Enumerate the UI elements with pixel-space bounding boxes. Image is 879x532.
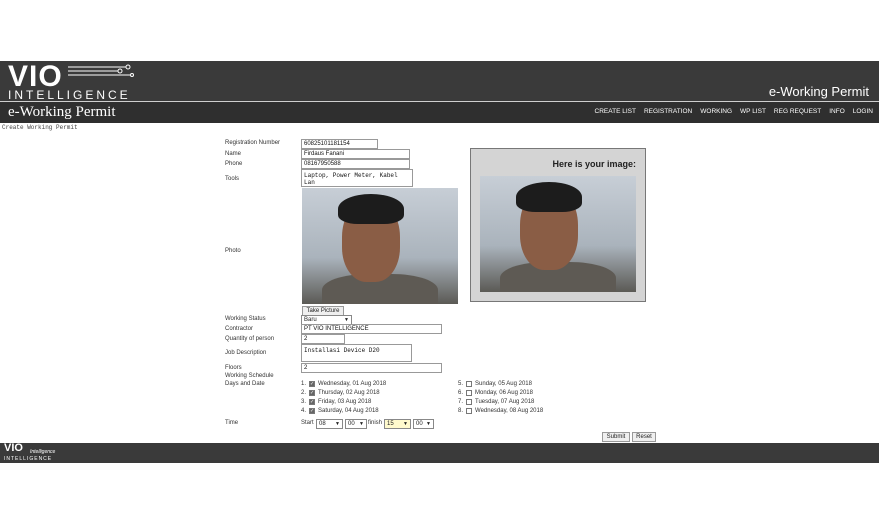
nav-registration[interactable]: REGISTRATION [644, 108, 692, 115]
chevron-down-icon: ▼ [426, 421, 431, 427]
day-item: 8. Wednesday, 08 Aug 2018 [458, 408, 543, 414]
label-time: Time [225, 420, 239, 426]
time-finish-label: finish [368, 420, 383, 426]
day-number: 2. [301, 390, 307, 396]
day-item: 2. ✓ Thursday, 02 Aug 2018 [301, 390, 380, 396]
name-input[interactable]: Firdaus Fanani [301, 149, 410, 159]
contractor-input[interactable]: PT VIO INTELLIGENCE [301, 324, 442, 334]
finish-hour-value: 15 [387, 421, 394, 427]
day-number: 5. [458, 381, 464, 387]
submit-button[interactable]: Submit [602, 432, 630, 442]
day-label: Tuesday, 07 Aug 2018 [475, 399, 535, 405]
day-label: Saturday, 04 Aug 2018 [318, 408, 379, 414]
label-phone: Phone [225, 161, 243, 167]
logo-intelligence: INTELLIGENCE [8, 88, 131, 102]
day-checkbox[interactable] [466, 408, 473, 414]
nav-wp-list[interactable]: WP LIST [740, 108, 766, 115]
label-photo: Photo [225, 248, 241, 254]
chevron-down-icon: ▼ [403, 421, 408, 427]
day-checkbox[interactable] [466, 390, 473, 396]
main-nav: CREATE LIST REGISTRATION WORKING WP LIST… [595, 108, 873, 115]
day-checkbox[interactable]: ✓ [309, 399, 316, 405]
day-number: 1. [301, 381, 307, 387]
nav-login[interactable]: LOGIN [853, 108, 873, 115]
day-item: 4. ✓ Saturday, 04 Aug 2018 [301, 408, 379, 414]
nav-working[interactable]: WORKING [700, 108, 732, 115]
day-checkbox[interactable] [466, 381, 473, 387]
day-number: 7. [458, 399, 464, 405]
footer-bar [0, 443, 879, 463]
label-working-status: Working Status [225, 316, 266, 322]
day-item: 7. Tuesday, 07 Aug 2018 [458, 399, 534, 405]
day-number: 6. [458, 390, 464, 396]
footer-logo-intelligence: INTELLIGENCE [4, 456, 53, 462]
floors-input[interactable]: 2 [301, 363, 442, 373]
label-job-description: Job Description [225, 350, 267, 356]
label-tools: Tools [225, 176, 240, 182]
app-title-left: e-Working Permit [8, 104, 116, 120]
captured-hair [516, 182, 582, 212]
image-preview-panel: Here is your image: [470, 148, 646, 302]
label-working-schedule: Working Schedule [225, 373, 274, 379]
day-label: Wednesday, 08 Aug 2018 [475, 408, 544, 414]
day-number: 4. [301, 408, 307, 414]
app-title-right: e-Working Permit [768, 84, 869, 99]
nav-reg-request[interactable]: REG REQUEST [774, 108, 821, 115]
finish-hour-select[interactable]: 15 ▼ [384, 419, 411, 429]
start-minute-value: 00 [348, 421, 355, 427]
registration-number-input[interactable]: 60825101181154 [301, 139, 378, 149]
day-label: Thursday, 02 Aug 2018 [318, 390, 380, 396]
start-minute-select[interactable]: 00 ▼ [345, 419, 367, 429]
day-checkbox[interactable]: ✓ [309, 381, 316, 387]
job-description-textarea[interactable]: Installasi Device D20 [301, 344, 412, 362]
day-item: 5. Sunday, 05 Aug 2018 [458, 381, 532, 387]
day-checkbox[interactable]: ✓ [309, 390, 316, 396]
day-checkbox[interactable] [466, 399, 473, 405]
finish-minute-select[interactable]: 00 ▼ [413, 419, 434, 429]
label-name: Name [225, 151, 242, 157]
chevron-down-icon: ▼ [335, 421, 340, 427]
start-hour-select[interactable]: 08 ▼ [316, 419, 343, 429]
day-checkbox[interactable]: ✓ [309, 408, 316, 414]
label-contractor: Contractor [225, 326, 254, 332]
day-number: 8. [458, 408, 464, 414]
day-item: 3. ✓ Friday, 03 Aug 2018 [301, 399, 371, 405]
day-label: Monday, 06 Aug 2018 [475, 390, 533, 396]
time-start-label: Start [301, 420, 314, 426]
day-label: Wednesday, 01 Aug 2018 [318, 381, 387, 387]
day-item: 1. ✓ Wednesday, 01 Aug 2018 [301, 381, 386, 387]
captured-image [480, 176, 636, 292]
label-days-and-date: Days and Date [225, 381, 265, 387]
breadcrumb: Create Working Permit [2, 124, 78, 131]
label-registration-number: Registration Number [225, 140, 281, 146]
quantity-input[interactable]: 2 [301, 334, 345, 344]
tools-textarea[interactable]: Laptop, Power Meter, Kabel Lan [301, 169, 413, 187]
preview-title: Here is your image: [552, 159, 636, 169]
chevron-down-icon: ▼ [344, 317, 349, 323]
phone-input[interactable]: 08167950588 [301, 159, 410, 169]
working-status-value: Baru [304, 317, 317, 323]
camera-feed [302, 188, 458, 304]
footer-logo-tagline: Intelligence [30, 449, 56, 455]
start-hour-value: 08 [319, 421, 326, 427]
footer-logo-vio: VIO [4, 442, 23, 454]
day-label: Sunday, 05 Aug 2018 [475, 381, 532, 387]
reset-button[interactable]: Reset [632, 432, 656, 442]
label-quantity: Quantity of person [225, 336, 275, 342]
logo-circuit-lines [68, 64, 134, 77]
photo-hair [338, 194, 404, 224]
nav-info[interactable]: INFO [829, 108, 845, 115]
nav-create-list[interactable]: CREATE LIST [595, 108, 636, 115]
day-label: Friday, 03 Aug 2018 [318, 399, 372, 405]
finish-minute-value: 00 [416, 421, 423, 427]
chevron-down-icon: ▼ [359, 421, 364, 427]
day-number: 3. [301, 399, 307, 405]
day-item: 6. Monday, 06 Aug 2018 [458, 390, 533, 396]
label-floors: Floors [225, 365, 242, 371]
